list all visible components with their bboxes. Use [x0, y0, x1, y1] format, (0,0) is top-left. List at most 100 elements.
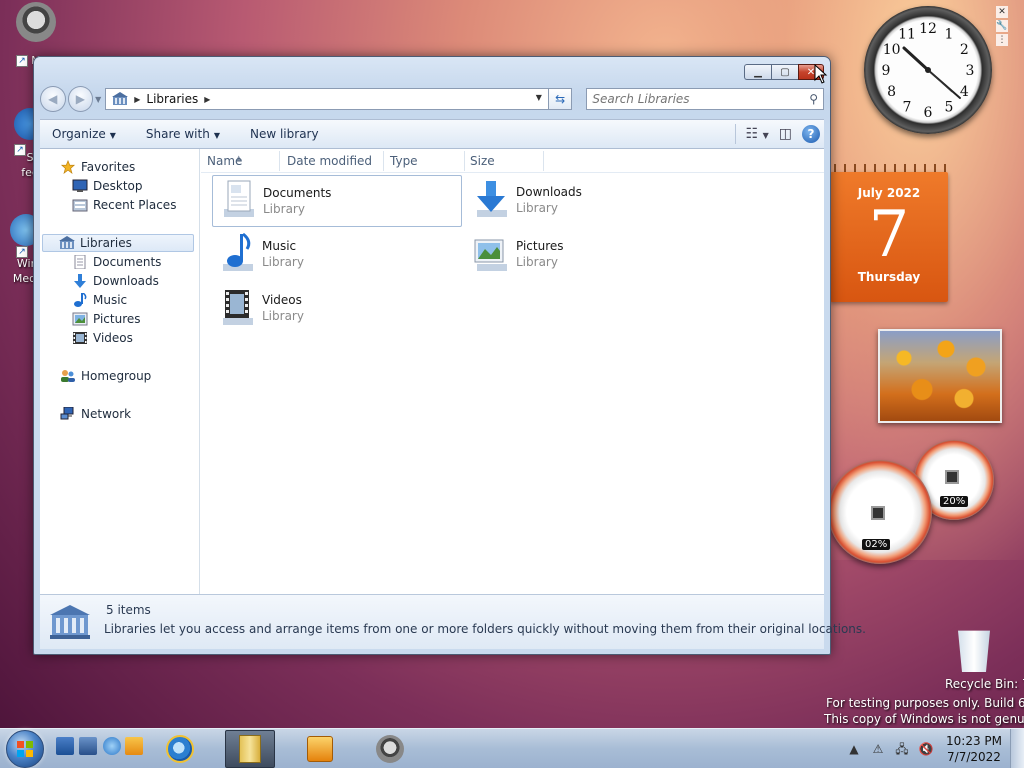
- refresh-button[interactable]: ⇆: [548, 88, 573, 110]
- minimize-button[interactable]: ▁: [744, 64, 771, 80]
- clock-numeral: 6: [924, 105, 933, 121]
- details-pane: 5 items Libraries let you access and arr…: [40, 594, 866, 649]
- breadcrumb-separator-icon[interactable]: ▶: [204, 95, 210, 104]
- nav-videos[interactable]: Videos: [72, 331, 133, 345]
- nav-label: Documents: [93, 255, 162, 269]
- recent-places-icon: [72, 199, 88, 212]
- library-type: Library: [516, 201, 558, 215]
- pictures-library-icon: [466, 229, 516, 277]
- nav-label: Desktop: [93, 179, 143, 193]
- library-item-videos[interactable]: Videos Library: [212, 283, 462, 335]
- nav-label: Homegroup: [81, 369, 152, 383]
- share-with-button[interactable]: Share with ▼: [146, 127, 220, 141]
- forward-button[interactable]: ▶: [67, 86, 94, 112]
- nav-libraries[interactable]: Libraries: [42, 234, 194, 252]
- shortcut-arrow-icon: ↗: [16, 55, 28, 67]
- library-name: Pictures: [516, 239, 564, 253]
- library-text: Videos Library: [262, 293, 304, 323]
- taskbar-internet-explorer[interactable]: [155, 730, 205, 768]
- taskbar-media-player[interactable]: [295, 730, 345, 768]
- organize-button[interactable]: Organize ▼: [52, 127, 116, 141]
- help-icon[interactable]: ?: [802, 125, 820, 143]
- address-dropdown-icon[interactable]: ▼: [536, 93, 542, 102]
- column-divider[interactable]: [279, 151, 280, 171]
- calendar-weekday: Thursday: [857, 270, 921, 284]
- gadget-options-icon[interactable]: 🔧: [996, 20, 1008, 32]
- music-icon: [74, 293, 87, 307]
- watermark-build: For testing purposes only. Build 6801: [826, 696, 1024, 710]
- nav-label: Network: [81, 407, 132, 421]
- column-header-type[interactable]: Type: [390, 154, 418, 168]
- recycle-bin-icon[interactable]: [958, 630, 990, 672]
- column-divider[interactable]: [383, 151, 384, 171]
- music-library-icon: [212, 229, 262, 277]
- explorer-window[interactable]: ▁ ▢ ✕ ◀ ▶ ▼ ▶ Libraries ▶ ▼ ⇆ ⚲ Organize…: [33, 56, 866, 655]
- nav-downloads[interactable]: Downloads: [72, 274, 159, 288]
- gadget-drag-icon[interactable]: ⋮: [996, 34, 1008, 46]
- action-center-icon[interactable]: ⚠: [870, 741, 886, 757]
- column-header-name[interactable]: Name: [207, 154, 242, 168]
- taskbar-windows-explorer[interactable]: [225, 730, 275, 768]
- search-input[interactable]: [592, 92, 793, 106]
- network-icon: [60, 407, 74, 420]
- nav-network[interactable]: Network: [60, 407, 131, 421]
- back-button[interactable]: ◀: [40, 86, 66, 112]
- slideshow-gadget[interactable]: [878, 329, 1002, 423]
- volume-muted-icon[interactable]: 🔇: [918, 741, 934, 757]
- nav-favorites[interactable]: Favorites: [60, 160, 135, 174]
- view-controls: ☷ ▼ ◫ ?: [734, 124, 820, 144]
- column-divider[interactable]: [464, 151, 465, 171]
- raccoon-icon: [16, 2, 56, 42]
- new-library-button[interactable]: New library: [250, 127, 319, 141]
- nav-label: Downloads: [93, 274, 159, 288]
- cpu-gauge[interactable]: 02%: [828, 460, 932, 564]
- internet-explorer-quicklaunch-icon[interactable]: [103, 737, 121, 755]
- start-button[interactable]: [6, 730, 44, 768]
- content-pane[interactable]: ▲ Name Date modified Type Size Documents…: [201, 149, 824, 594]
- nav-desktop[interactable]: Desktop: [72, 179, 143, 193]
- nav-music[interactable]: Music: [72, 293, 127, 307]
- breadcrumb-separator-icon[interactable]: ▶: [134, 95, 140, 104]
- column-header-date-modified[interactable]: Date modified: [287, 154, 372, 168]
- taskbar-raccoon-app[interactable]: [365, 730, 415, 768]
- preview-pane-icon[interactable]: ◫: [779, 126, 792, 142]
- clock-numeral: 7: [903, 99, 912, 115]
- network-status-icon[interactable]: 🖧: [894, 741, 910, 757]
- calendar-gadget[interactable]: July 2022 7 Thursday: [830, 172, 948, 302]
- show-desktop-button[interactable]: [1010, 729, 1024, 768]
- command-bar: Organize ▼ Share with ▼ New library ☷ ▼ ◫ …: [40, 119, 824, 149]
- library-type: Library: [262, 309, 304, 323]
- libraries-icon: [59, 236, 75, 249]
- search-box[interactable]: ⚲: [586, 88, 825, 110]
- refresh-icon: ⇆: [555, 92, 566, 106]
- switch-windows-quicklaunch-icon[interactable]: [79, 737, 97, 755]
- hour-hand: [902, 46, 930, 72]
- library-item-documents[interactable]: Documents Library: [212, 175, 462, 227]
- memory-icon: [945, 470, 959, 484]
- search-icon[interactable]: ⚲: [809, 92, 818, 106]
- column-header-size[interactable]: Size: [470, 154, 495, 168]
- library-item-pictures[interactable]: Pictures Library: [466, 229, 716, 281]
- show-hidden-icons-icon[interactable]: ▲: [846, 741, 862, 757]
- library-item-music[interactable]: Music Library: [212, 229, 462, 281]
- clock-gadget[interactable]: 11 10 9 8 7 6 5 4 3 2 1 12: [864, 6, 992, 134]
- recent-pages-dropdown[interactable]: ▼: [95, 95, 101, 104]
- maximize-button[interactable]: ▢: [771, 64, 798, 80]
- nav-homegroup[interactable]: Homegroup: [60, 369, 151, 383]
- clock-numeral: 3: [966, 63, 975, 79]
- mouse-cursor-icon: [814, 64, 828, 84]
- address-bar[interactable]: ▶ Libraries ▶ ▼: [105, 88, 549, 110]
- library-item-downloads[interactable]: Downloads Library: [466, 175, 716, 227]
- navigation-pane[interactable]: Favorites Desktop Recent Places Librarie…: [40, 149, 200, 594]
- breadcrumb-libraries[interactable]: Libraries: [146, 92, 198, 106]
- nav-pictures[interactable]: Pictures: [72, 312, 141, 326]
- show-desktop-quicklaunch-icon[interactable]: [56, 737, 74, 755]
- raccoon-icon: [376, 735, 404, 763]
- nav-documents[interactable]: Documents: [72, 255, 161, 269]
- change-view-icon[interactable]: ☷ ▼: [746, 126, 769, 142]
- gadget-close-icon[interactable]: ✕: [996, 6, 1008, 18]
- nav-recent-places[interactable]: Recent Places: [72, 198, 176, 212]
- taskbar-clock[interactable]: 10:23 PM 7/7/2022: [946, 733, 1002, 765]
- media-player-quicklaunch-icon[interactable]: [125, 737, 143, 755]
- column-divider[interactable]: [543, 151, 544, 171]
